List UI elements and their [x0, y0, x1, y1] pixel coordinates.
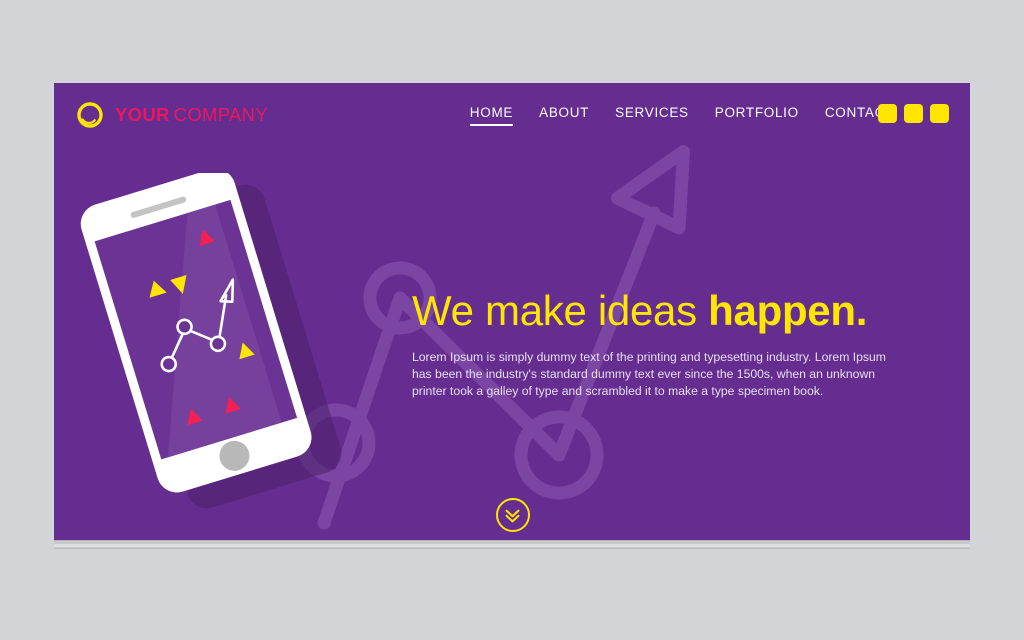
logo[interactable]: YOUR COMPANY: [76, 100, 268, 130]
page-bottom-edge-highlight: [54, 544, 970, 547]
header-action-squares: [878, 104, 949, 123]
logo-text-bold: YOUR: [115, 103, 170, 125]
double-chevron-down-icon: [505, 509, 520, 523]
page-bottom-edge: [54, 540, 970, 549]
hero-body-text: Lorem Ipsum is simply dummy text of the …: [412, 350, 886, 399]
motif-arrow-head: [610, 144, 691, 235]
logo-text-light: COMPANY: [173, 103, 268, 125]
hero-section: YOUR COMPANY HOME ABOUT SERVICES PORTFOLI…: [54, 83, 970, 540]
headline-light: We make ideas: [412, 287, 697, 334]
phone-illustration: [80, 173, 342, 509]
header-square-2[interactable]: [904, 104, 923, 123]
nav-item-portfolio[interactable]: PORTFOLIO: [715, 105, 799, 126]
nav-item-services[interactable]: SERVICES: [615, 105, 689, 126]
header-square-1[interactable]: [878, 104, 897, 123]
header-square-3[interactable]: [930, 104, 949, 123]
ring-crescent-logo-icon: [77, 102, 103, 128]
page-title: We make ideas happen.: [412, 287, 912, 334]
nav-item-about[interactable]: ABOUT: [539, 105, 589, 126]
main-nav: HOME ABOUT SERVICES PORTFOLIO CONTACT: [469, 105, 894, 126]
site-header: YOUR COMPANY HOME ABOUT SERVICES PORTFOLI…: [54, 83, 970, 145]
nav-item-home[interactable]: HOME: [469, 105, 514, 126]
hero-copy: We make ideas happen. Lorem Ipsum is sim…: [412, 287, 912, 400]
headline-bold: happen.: [708, 287, 868, 334]
logo-text: YOUR COMPANY: [115, 103, 268, 125]
page-canvas: YOUR COMPANY HOME ABOUT SERVICES PORTFOLI…: [0, 0, 1024, 640]
scroll-down-button[interactable]: [496, 498, 530, 532]
motif-circle-2: [514, 410, 604, 500]
